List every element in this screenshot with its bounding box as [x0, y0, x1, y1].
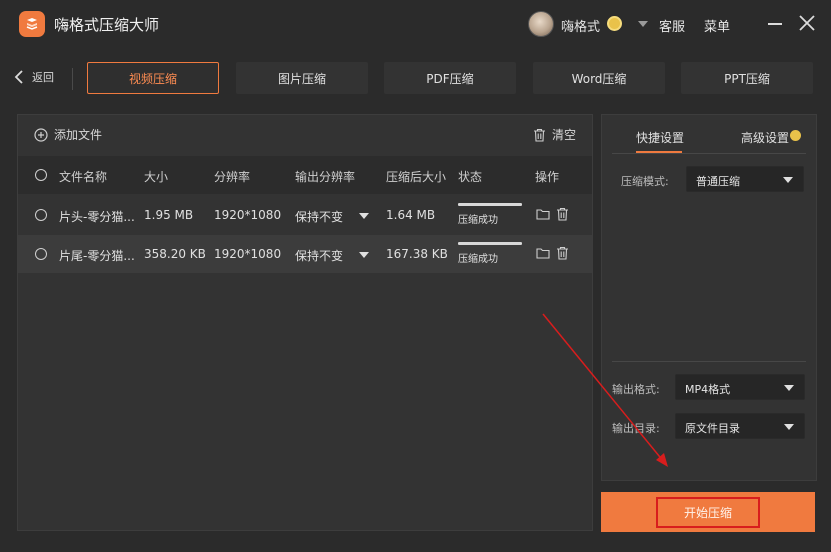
output-format-value: MP4格式	[685, 383, 731, 396]
mode-label: 压缩模式:	[621, 175, 669, 188]
add-file-button[interactable]: 添加文件	[34, 126, 102, 143]
output-resolution-select[interactable]: 保持不变	[295, 247, 343, 264]
tab-advanced-settings[interactable]: 高级设置	[741, 129, 789, 146]
delete-icon[interactable]	[556, 207, 569, 221]
chevron-down-icon	[783, 177, 793, 183]
clear-button[interactable]: 清空	[533, 126, 576, 143]
trash-icon	[533, 128, 545, 142]
file-list-panel: 添加文件 清空 文件名称 大小 分辨率 输出分辨率 压缩后大小 状态 操作 片头…	[17, 114, 593, 531]
menu-link[interactable]: 菜单	[704, 16, 730, 35]
compressed-size: 1.64 MB	[386, 208, 436, 222]
header-filename: 文件名称	[59, 170, 108, 184]
start-compress-label: 开始压缩	[655, 496, 760, 528]
table-row[interactable]: 片头-零分猫... 1.95 MB 1920*1080 保持不变 1.64 MB…	[18, 196, 592, 234]
tab-image-compress[interactable]: 图片压缩	[236, 62, 368, 94]
output-dir-select[interactable]: 原文件目录	[675, 413, 805, 439]
close-icon[interactable]	[798, 14, 816, 32]
chevron-down-icon[interactable]	[359, 213, 369, 219]
vip-coin-icon	[790, 130, 801, 141]
back-label: 返回	[32, 71, 54, 84]
row-radio[interactable]	[35, 248, 47, 260]
vip-coin-icon	[607, 16, 622, 31]
progress-bar	[458, 242, 522, 245]
compressed-size: 167.38 KB	[386, 247, 448, 261]
tab-word-compress[interactable]: Word压缩	[533, 62, 665, 94]
table-row[interactable]: 片尾-零分猫... 358.20 KB 1920*1080 保持不变 167.3…	[18, 235, 592, 273]
compress-mode-value: 普通压缩	[696, 175, 740, 188]
clear-label: 清空	[551, 128, 576, 142]
header-output-resolution: 输出分辨率	[295, 170, 356, 184]
user-avatar[interactable]	[528, 11, 554, 37]
tab-quick-settings[interactable]: 快捷设置	[636, 129, 684, 146]
file-resolution: 1920*1080	[214, 247, 282, 261]
app-logo-icon	[19, 11, 45, 37]
start-compress-button[interactable]: 开始压缩	[601, 492, 815, 532]
progress-fill	[458, 203, 522, 206]
settings-divider	[612, 153, 806, 154]
row-radio[interactable]	[35, 209, 47, 221]
chevron-down-icon[interactable]	[359, 252, 369, 258]
tab-video-compress[interactable]: 视频压缩	[87, 62, 219, 94]
progress-bar	[458, 203, 522, 206]
add-file-label: 添加文件	[54, 128, 103, 142]
nav-divider	[72, 68, 73, 90]
output-dir-value: 原文件目录	[685, 422, 740, 435]
app-title: 嗨格式压缩大师	[54, 16, 160, 34]
output-resolution-select[interactable]: 保持不变	[295, 208, 343, 225]
title-bar: 嗨格式压缩大师 嗨格式 客服 菜单	[0, 0, 831, 48]
select-all-radio[interactable]	[35, 169, 47, 181]
progress-fill	[458, 242, 522, 245]
settings-divider	[612, 361, 806, 362]
file-size: 358.20 KB	[144, 247, 206, 261]
header-size: 大小	[144, 170, 169, 184]
folder-icon[interactable]	[536, 247, 550, 259]
folder-icon[interactable]	[536, 208, 550, 220]
header-status: 状态	[458, 170, 483, 184]
minimize-icon[interactable]	[768, 23, 782, 25]
file-name: 片尾-零分猫...	[59, 249, 135, 263]
username[interactable]: 嗨格式	[561, 16, 600, 35]
header-actions: 操作	[535, 170, 560, 184]
chevron-down-icon	[784, 424, 794, 430]
settings-panel: 快捷设置 高级设置 压缩模式: 普通压缩 输出格式: MP4格式 输出目录: 原…	[601, 114, 817, 481]
tab-ppt-compress[interactable]: PPT压缩	[681, 62, 813, 94]
header-resolution: 分辨率	[214, 170, 251, 184]
dir-label: 输出目录:	[612, 422, 660, 435]
status-text: 压缩成功	[458, 254, 498, 265]
header-compressed-size: 压缩后大小	[386, 170, 447, 184]
tab-pdf-compress[interactable]: PDF压缩	[384, 62, 516, 94]
customer-service-link[interactable]: 客服	[659, 16, 685, 35]
back-button[interactable]: 返回	[14, 69, 54, 85]
user-dropdown-caret-icon[interactable]	[638, 21, 648, 27]
chevron-down-icon	[784, 385, 794, 391]
table-header: 文件名称 大小 分辨率 输出分辨率 压缩后大小 状态 操作	[18, 156, 592, 194]
chevron-left-icon	[14, 70, 23, 84]
compress-mode-select[interactable]: 普通压缩	[686, 166, 804, 192]
delete-icon[interactable]	[556, 246, 569, 260]
file-name: 片头-零分猫...	[59, 210, 135, 224]
file-resolution: 1920*1080	[214, 208, 282, 222]
output-format-select[interactable]: MP4格式	[675, 374, 805, 400]
format-label: 输出格式:	[612, 383, 660, 396]
status-text: 压缩成功	[458, 215, 498, 226]
add-circle-icon	[34, 127, 48, 142]
file-size: 1.95 MB	[144, 208, 194, 222]
